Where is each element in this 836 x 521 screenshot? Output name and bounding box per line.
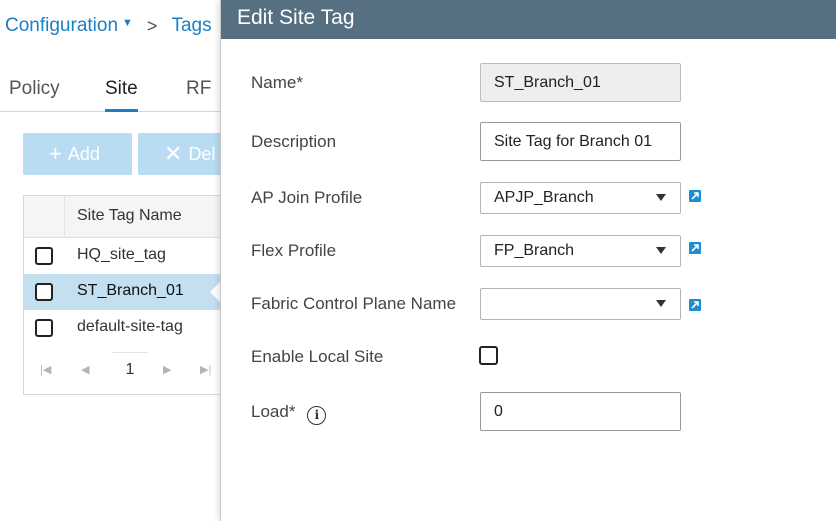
ap-join-profile-value: APJP_Branch	[494, 189, 594, 206]
flex-profile-value: FP_Branch	[494, 242, 575, 259]
tag-tabs: Policy Site RF	[0, 74, 220, 112]
plus-icon: +	[49, 141, 62, 166]
add-button-label: Add	[67, 143, 100, 164]
flex-profile-select[interactable]: FP_Branch	[480, 235, 681, 267]
description-label: Description	[251, 132, 337, 151]
external-link-icon[interactable]	[689, 299, 701, 311]
name-field: ST_Branch_01	[480, 63, 681, 102]
panel-header: Edit Site Tag	[221, 0, 836, 39]
chevron-down-icon	[656, 194, 666, 201]
load-field[interactable]: 0	[480, 392, 681, 431]
row-checkbox[interactable]	[35, 247, 53, 265]
breadcrumb-tags[interactable]: Tags	[171, 15, 211, 37]
chevron-down-icon	[656, 247, 666, 254]
fabric-control-plane-select[interactable]	[480, 288, 681, 320]
flex-profile-label: Flex Profile	[251, 241, 337, 260]
load-label-text: Load*	[251, 402, 296, 421]
pagination: |◀ ◀ 1 ▶ ▶|	[24, 352, 221, 386]
row-checkbox[interactable]	[35, 319, 53, 337]
delete-button[interactable]: ✕ Del	[138, 133, 228, 175]
edit-site-tag-panel: Edit Site Tag Name* ST_Branch_01 Descrip…	[220, 0, 836, 521]
previous-page-icon[interactable]: ◀	[81, 363, 89, 376]
site-tag-table: Site Tag Name HQ_site_tag ST_Branch_01 d…	[23, 195, 223, 395]
first-page-icon[interactable]: |◀	[40, 363, 51, 376]
column-divider	[64, 196, 65, 238]
breadcrumb-configuration[interactable]: Configuration	[5, 15, 118, 37]
row-site-tag-name[interactable]: default-site-tag	[77, 318, 183, 336]
enable-local-site-label: Enable Local Site	[251, 347, 384, 366]
table-row[interactable]: default-site-tag	[24, 310, 221, 346]
external-link-icon[interactable]	[689, 190, 701, 202]
ap-join-profile-label: AP Join Profile	[251, 188, 363, 207]
delete-button-label: Del	[188, 143, 216, 164]
column-header-site-tag-name[interactable]: Site Tag Name	[77, 207, 182, 225]
row-checkbox[interactable]	[35, 283, 53, 301]
tab-site[interactable]: Site	[105, 78, 138, 112]
table-row-selected[interactable]: ST_Branch_01	[24, 274, 223, 310]
caret-down-icon[interactable]: ▼	[122, 17, 133, 29]
breadcrumb-separator: >	[146, 15, 158, 36]
row-site-tag-name[interactable]: ST_Branch_01	[77, 282, 184, 300]
last-page-icon[interactable]: ▶|	[200, 363, 211, 376]
table-header: Site Tag Name	[24, 196, 221, 238]
breadcrumb: Configuration ▼ > Tags	[5, 14, 212, 38]
chevron-down-icon	[656, 300, 666, 307]
row-site-tag-name[interactable]: HQ_site_tag	[77, 246, 166, 264]
table-row[interactable]: HQ_site_tag	[24, 238, 221, 274]
external-link-icon[interactable]	[689, 242, 701, 254]
load-label: Load* i	[251, 402, 327, 425]
description-field[interactable]: Site Tag for Branch 01	[480, 122, 681, 161]
next-page-icon[interactable]: ▶	[163, 363, 171, 376]
page-number[interactable]: 1	[112, 352, 148, 384]
info-icon[interactable]: i	[307, 406, 327, 425]
enable-local-site-checkbox[interactable]	[479, 346, 498, 365]
add-button[interactable]: + Add	[23, 133, 132, 175]
close-icon: ✕	[164, 141, 183, 166]
tab-policy[interactable]: Policy	[9, 78, 60, 112]
fabric-control-plane-label: Fabric Control Plane Name	[251, 294, 457, 313]
ap-join-profile-select[interactable]: APJP_Branch	[480, 182, 681, 214]
tab-rf[interactable]: RF	[186, 78, 211, 112]
name-label: Name*	[251, 73, 303, 92]
panel-title: Edit Site Tag	[237, 6, 355, 29]
